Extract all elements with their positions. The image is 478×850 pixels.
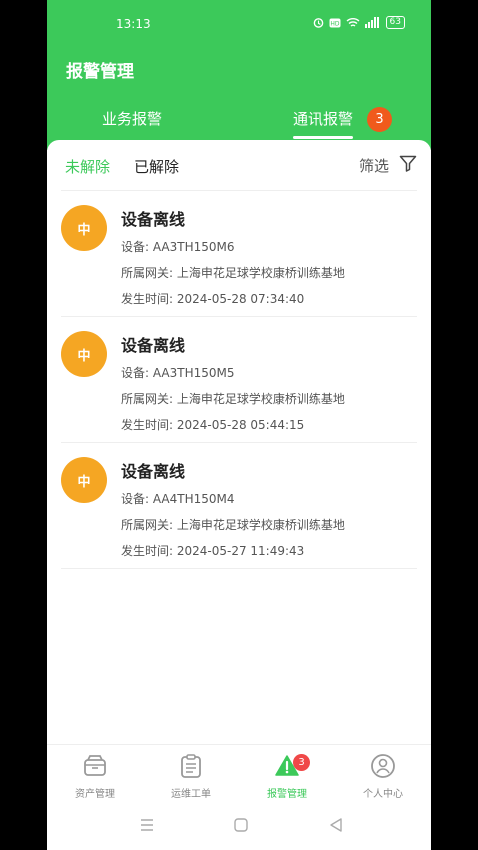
nav-label-profile: 个人中心 <box>363 789 403 800</box>
alarm-list-item[interactable]: 中 设备离线 设备: AA4TH150M4 所属网关: 上海申花足球学校康桥训练… <box>61 443 417 569</box>
filter-funnel-icon <box>399 155 417 176</box>
nav-label-assets: 资产管理 <box>75 789 115 800</box>
bottom-nav: 资产管理 运维工单 报警管理 3 个人中心 <box>47 744 431 805</box>
alarm-time: 发生时间: 2024-05-28 05:44:15 <box>121 418 305 432</box>
page-title: 报警管理 <box>66 62 134 82</box>
alarm-time: 发生时间: 2024-05-27 11:49:43 <box>121 544 305 558</box>
filter-label: 筛选 <box>358 157 389 175</box>
alarm-gateway: 所属网关: 上海申花足球学校康桥训练基地 <box>121 392 345 406</box>
nav-label-workorders: 运维工单 <box>171 789 211 800</box>
phone-screen: 13:13 HD 63 报警管理 业务报警 通讯报警 3 未解除 已解除 筛选 … <box>47 0 431 850</box>
tab-count-badge: 3 <box>367 107 392 132</box>
alarm-level-badge: 中 <box>61 205 107 251</box>
alarm-title: 设备离线 <box>121 462 186 481</box>
clipboard-icon <box>181 754 201 778</box>
nav-item-profile[interactable]: 个人中心 <box>335 753 431 800</box>
hd-icon: HD <box>329 18 341 28</box>
nav-alarm-badge: 3 <box>293 754 310 771</box>
active-tab-underline <box>293 136 354 139</box>
system-nav-bar <box>47 804 431 850</box>
tab-communication-alarm[interactable]: 通讯报警 <box>293 108 354 139</box>
alarm-title: 设备离线 <box>121 210 186 229</box>
home-icon[interactable] <box>234 818 248 832</box>
alarm-device: 设备: AA3TH150M6 <box>121 240 235 254</box>
signal-icon <box>364 17 381 28</box>
alarm-device: 设备: AA4TH150M4 <box>121 492 235 506</box>
svg-text:HD: HD <box>330 20 340 27</box>
alarm-list: 中 设备离线 设备: AA3TH150M6 所属网关: 上海申花足球学校康桥训练… <box>47 191 431 569</box>
filter-row: 未解除 已解除 筛选 <box>47 140 431 190</box>
nav-item-alarms[interactable]: 报警管理 3 <box>239 753 335 800</box>
alarm-title: 设备离线 <box>121 336 186 355</box>
asset-box-icon <box>84 755 106 776</box>
status-time: 13:13 <box>116 17 151 31</box>
alarm-content: 未解除 已解除 筛选 中 设备离线 设备: AA3TH150M6 所属网关: 上… <box>47 140 431 744</box>
user-circle-icon <box>371 754 395 778</box>
battery-indicator: 63 <box>385 16 405 29</box>
segment-unresolved[interactable]: 未解除 <box>65 156 110 177</box>
alarm-list-item[interactable]: 中 设备离线 设备: AA3TH150M5 所属网关: 上海申花足球学校康桥训练… <box>61 317 417 443</box>
alarm-gateway: 所属网关: 上海申花足球学校康桥训练基地 <box>121 266 345 280</box>
alarm-device: 设备: AA3TH150M5 <box>121 366 235 380</box>
alarm-time: 发生时间: 2024-05-28 07:34:40 <box>121 292 305 306</box>
status-bar: 13:13 HD 63 <box>47 0 431 46</box>
wifi-icon <box>346 17 360 28</box>
nav-item-workorders[interactable]: 运维工单 <box>143 753 239 800</box>
tab-communication-alarm-label: 通讯报警 <box>293 110 354 128</box>
alarm-level-badge: 中 <box>61 457 107 503</box>
nav-item-assets[interactable]: 资产管理 <box>47 753 143 800</box>
alarm-gateway: 所属网关: 上海申花足球学校康桥训练基地 <box>121 518 345 532</box>
segment-resolved[interactable]: 已解除 <box>134 156 179 177</box>
filter-button[interactable]: 筛选 <box>359 155 417 176</box>
alarm-clock-icon <box>313 17 324 28</box>
nav-label-alarms: 报警管理 <box>267 789 307 800</box>
menu-icon[interactable] <box>140 818 154 832</box>
tab-business-alarm[interactable]: 业务报警 <box>102 108 162 129</box>
back-icon[interactable] <box>329 818 343 832</box>
alarm-level-badge: 中 <box>61 331 107 377</box>
alarm-list-item[interactable]: 中 设备离线 设备: AA3TH150M6 所属网关: 上海申花足球学校康桥训练… <box>61 191 417 317</box>
status-icons: HD 63 <box>313 16 405 29</box>
app-header: 13:13 HD 63 报警管理 业务报警 通讯报警 3 <box>47 0 431 150</box>
